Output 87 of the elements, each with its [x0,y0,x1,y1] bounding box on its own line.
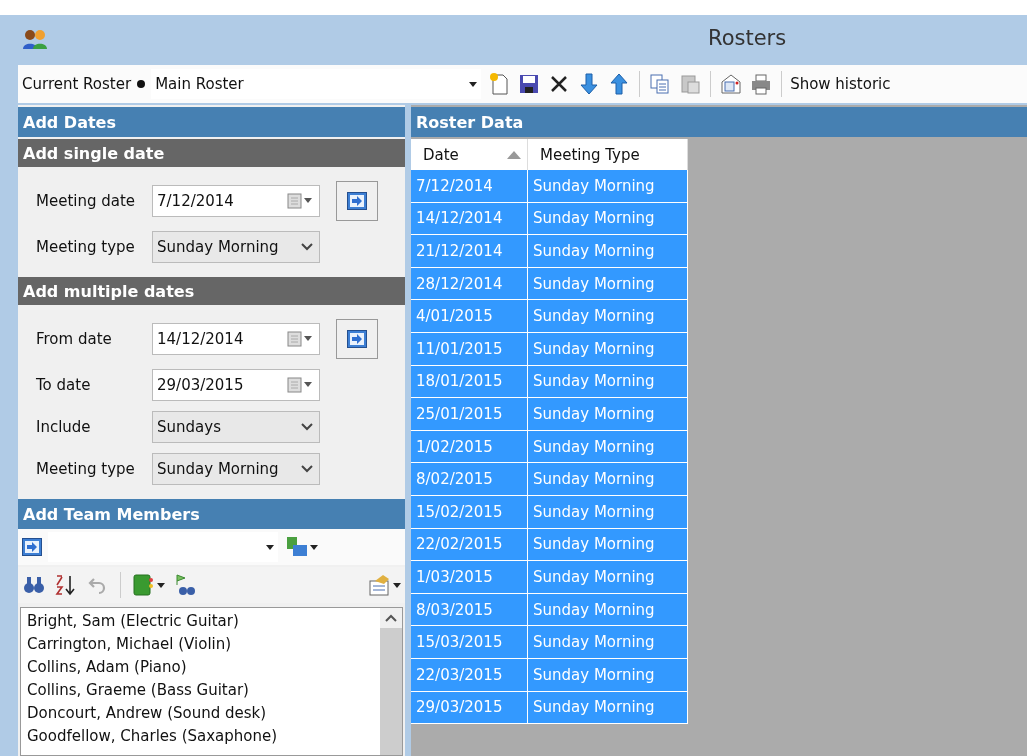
table-cell[interactable]: Sunday Morning [528,593,688,627]
date-field[interactable]: 14/12/2014 [152,323,320,355]
add-button[interactable] [336,181,378,221]
caret-icon [266,544,274,550]
go-arrow-icon [22,538,42,556]
table-cell[interactable]: Sunday Morning [528,235,688,268]
table-cell[interactable]: 18/01/2015 [411,365,528,399]
properties-icon[interactable] [367,573,401,597]
scrollbar[interactable] [380,608,402,755]
sort-icon[interactable] [54,573,78,597]
field-label: Meeting type [36,460,136,478]
table-cell[interactable]: Sunday Morning [528,691,688,725]
section-header: Add Team Members [18,499,405,529]
member-item[interactable]: Carrington, Michael (Violin) [27,633,374,656]
field-label: From date [36,330,113,348]
table-cell[interactable]: Sunday Morning [528,365,688,399]
caret-icon [469,81,478,87]
chevron-icon [301,243,313,251]
table-cell[interactable]: Sunday Morning [528,398,688,431]
table-cell[interactable]: Sunday Morning [528,528,688,562]
table-cell[interactable]: Sunday Morning [528,267,688,301]
calendar-icon [287,331,313,347]
people-icon [22,28,48,50]
table-cell[interactable]: 4/01/2015 [411,300,528,333]
chevron-icon [301,465,313,473]
mail-icon[interactable] [719,72,744,96]
dropdown[interactable]: Sunday Morning [152,453,320,485]
current-roster-label: Current Roster [22,75,132,93]
table-cell[interactable]: 11/01/2015 [411,332,528,366]
member-item[interactable]: Goodfellow, Charles (Saxaphone) [27,725,374,748]
member-item[interactable]: Collins, Graeme (Bass Guitar) [27,679,374,702]
table-cell[interactable]: 25/01/2015 [411,398,528,431]
column-header[interactable]: Date [411,139,528,170]
add-button[interactable] [336,319,378,359]
member-item[interactable]: Collins, Adam (Piano) [27,656,374,679]
table-cell[interactable]: Sunday Morning [528,202,688,236]
table-cell[interactable]: 28/12/2014 [411,267,528,301]
table-cell[interactable]: 22/02/2015 [411,528,528,562]
table-cell[interactable]: Sunday Morning [528,300,688,333]
show-historic-button[interactable]: Show historic [790,75,891,93]
date-field[interactable]: 29/03/2015 [152,369,320,401]
table-cell[interactable]: 21/12/2014 [411,235,528,268]
notebook-icon[interactable] [131,573,165,597]
table-cell[interactable]: 7/12/2014 [411,170,528,203]
table-cell[interactable]: Sunday Morning [528,626,688,659]
field-label: To date [36,376,92,394]
field-label: Meeting type [36,238,136,256]
table-cell[interactable]: Sunday Morning [528,658,688,692]
window-title: Rosters [708,26,787,50]
bullet-icon [137,80,146,88]
table-cell[interactable]: Sunday Morning [528,430,688,464]
table-cell[interactable]: 15/03/2015 [411,626,528,659]
table-cell[interactable]: Sunday Morning [528,495,688,529]
table-cell[interactable]: 29/03/2015 [411,691,528,725]
date-field[interactable]: 7/12/2014 [152,185,320,217]
table-cell[interactable]: 8/02/2015 [411,463,528,496]
go-arrow-icon [347,330,367,348]
member-item[interactable]: Bright, Sam (Electric Guitar) [27,610,374,633]
calendar-icon [287,193,313,209]
add-member-button[interactable] [22,538,42,556]
dropdown[interactable]: Sundays [152,411,320,443]
chevron-icon [301,423,313,431]
member-item[interactable]: Doncourt, Andrew (Sound desk) [27,702,374,725]
section-header: Add single date [18,139,405,167]
transfer-icon[interactable] [284,535,318,559]
field-label: Include [36,418,92,436]
dropdown[interactable]: Sunday Morning [152,231,320,263]
sort-ascending-icon [507,150,521,159]
table-cell[interactable]: 1/03/2015 [411,561,528,594]
section-header: Add Dates [18,107,405,137]
calendar-icon [287,377,313,393]
panel-header: Roster Data [411,107,1027,137]
column-header[interactable]: Meeting Type [528,139,688,170]
table-cell[interactable]: 22/03/2015 [411,658,528,692]
table-cell[interactable]: Sunday Morning [528,561,688,594]
table-cell[interactable]: 8/03/2015 [411,593,528,627]
go-arrow-icon [347,192,367,210]
field-label: Meeting date [36,192,137,210]
table-cell[interactable]: 15/02/2015 [411,495,528,529]
table-cell[interactable]: 14/12/2014 [411,202,528,236]
table-cell[interactable]: 1/02/2015 [411,430,528,464]
table-cell[interactable]: Sunday Morning [528,332,688,366]
table-cell[interactable]: Sunday Morning [528,463,688,496]
roster-dropdown[interactable]: Main Roster [151,69,482,99]
flag-binoculars-icon[interactable] [173,573,197,597]
section-header: Add multiple dates [18,277,405,305]
table-cell[interactable]: Sunday Morning [528,170,688,203]
